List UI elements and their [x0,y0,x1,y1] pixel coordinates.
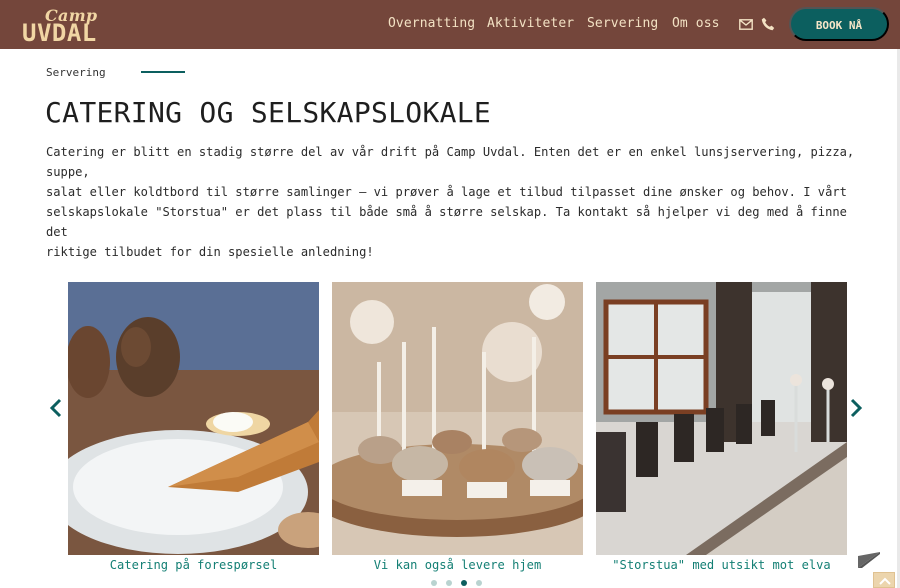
mail-icon[interactable] [739,19,753,30]
camp-uvdal-logo[interactable]: Camp UVDAL [22,4,112,46]
nav-aktiviteter[interactable]: Aktiviteter [487,16,574,34]
carousel-dot-4[interactable] [476,580,482,586]
breadcrumb[interactable]: Servering [46,66,106,79]
cake-pops-photo [332,282,583,555]
chevron-up-icon [879,577,891,585]
logo-uvdal-text: UVDAL [22,19,97,47]
scroll-to-top-button[interactable] [873,572,895,588]
pie-photo [68,282,319,555]
nav-overnatting[interactable]: Overnatting [388,16,475,34]
image-carousel: Catering på forespørsel Vi kan også leve… [0,270,900,588]
intro-paragraph: Catering er blitt en stadig større del a… [46,145,855,259]
carousel-prev-arrow-icon[interactable] [48,398,64,418]
storstua-room-photo [596,282,847,555]
carousel-slide-storstua[interactable] [596,282,847,555]
slide-caption-2[interactable]: Vi kan også levere hjem [332,558,583,572]
page-title: CATERING OG SELSKAPSLOKALE [45,96,492,129]
carousel-slide-cakepops[interactable] [332,282,583,555]
phone-icon[interactable] [761,17,775,31]
slide-caption-1[interactable]: Catering på forespørsel [68,558,319,572]
carousel-dot-2[interactable] [446,580,452,586]
slide-caption-3[interactable]: "Storstua" med utsikt mot elva [596,558,847,572]
carousel-dot-1[interactable] [431,580,437,586]
site-header: Camp UVDAL Overnatting Aktiviteter Serve… [0,0,900,49]
carousel-slide-pie[interactable] [68,282,319,555]
nav-om-oss[interactable]: Om oss [672,16,720,34]
carousel-dot-3[interactable] [461,580,467,586]
book-now-button[interactable]: BOOK NÅ [789,7,889,41]
carousel-next-arrow-icon[interactable] [848,398,864,418]
breadcrumb-accent-line [141,71,185,73]
corner-triangle-icon [858,552,880,568]
nav-servering[interactable]: Servering [587,16,658,34]
